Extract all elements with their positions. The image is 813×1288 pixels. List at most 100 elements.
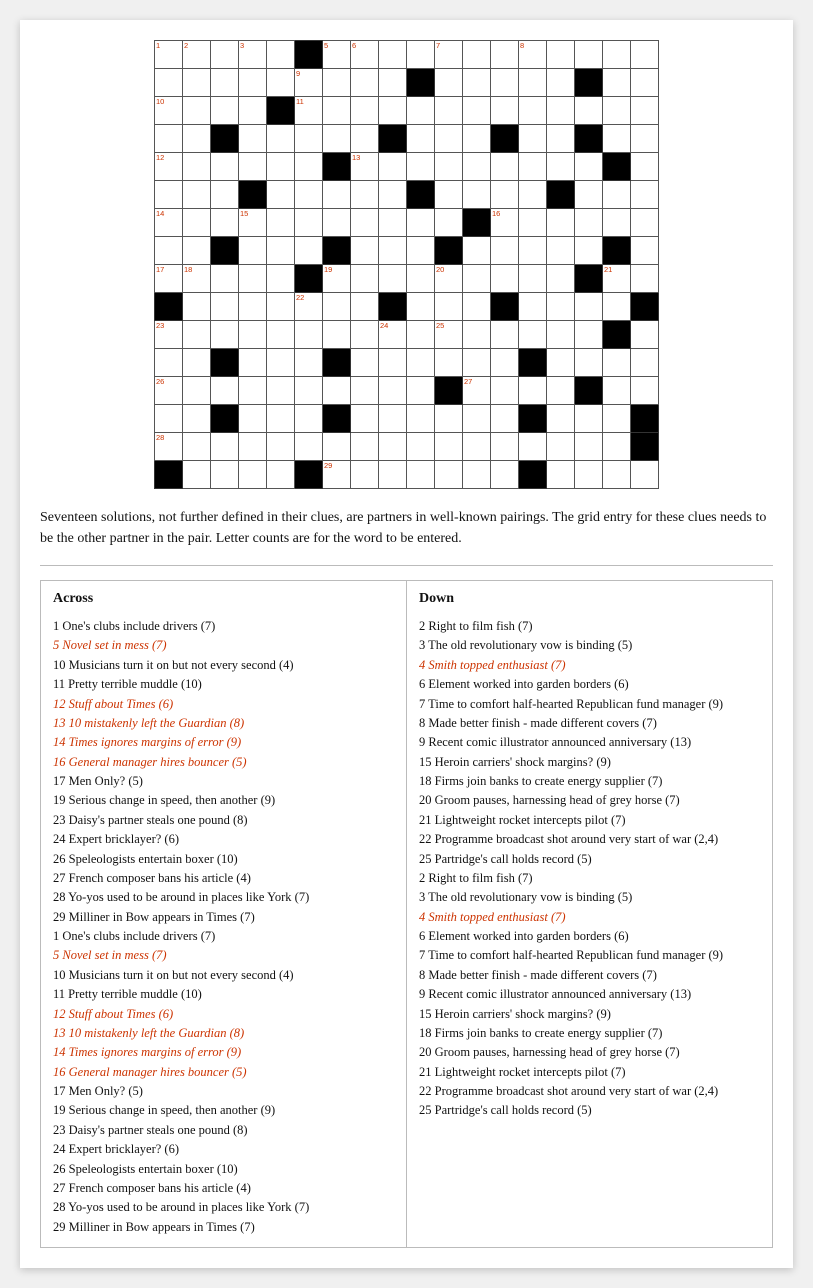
grid-cell[interactable] <box>575 349 603 377</box>
grid-cell[interactable] <box>491 97 519 125</box>
grid-cell[interactable] <box>267 69 295 97</box>
grid-cell[interactable] <box>351 405 379 433</box>
grid-cell[interactable] <box>407 461 435 489</box>
grid-cell[interactable] <box>519 69 547 97</box>
grid-cell[interactable] <box>603 209 631 237</box>
grid-cell[interactable] <box>463 293 491 321</box>
grid-cell[interactable] <box>519 461 547 489</box>
grid-cell[interactable] <box>463 237 491 265</box>
grid-cell[interactable] <box>491 69 519 97</box>
grid-cell[interactable] <box>435 209 463 237</box>
grid-cell[interactable] <box>239 405 267 433</box>
grid-cell[interactable] <box>379 69 407 97</box>
grid-cell[interactable] <box>547 97 575 125</box>
grid-cell[interactable] <box>183 293 211 321</box>
grid-cell[interactable] <box>631 181 659 209</box>
grid-cell[interactable] <box>491 349 519 377</box>
grid-cell[interactable] <box>295 349 323 377</box>
grid-cell[interactable] <box>603 321 631 349</box>
grid-cell[interactable] <box>603 461 631 489</box>
grid-cell[interactable] <box>547 461 575 489</box>
grid-cell[interactable] <box>323 237 351 265</box>
grid-cell[interactable] <box>463 69 491 97</box>
grid-cell[interactable] <box>575 209 603 237</box>
grid-cell[interactable] <box>407 69 435 97</box>
grid-cell[interactable] <box>379 405 407 433</box>
grid-cell[interactable] <box>407 125 435 153</box>
grid-cell[interactable] <box>407 265 435 293</box>
grid-cell[interactable] <box>351 237 379 265</box>
grid-cell[interactable] <box>547 293 575 321</box>
grid-cell[interactable] <box>351 293 379 321</box>
grid-cell[interactable] <box>323 181 351 209</box>
grid-cell[interactable] <box>239 181 267 209</box>
grid-cell[interactable] <box>435 461 463 489</box>
grid-cell[interactable]: 28 <box>155 433 183 461</box>
grid-cell[interactable] <box>183 97 211 125</box>
grid-cell[interactable] <box>295 405 323 433</box>
grid-cell[interactable] <box>463 209 491 237</box>
grid-cell[interactable] <box>239 349 267 377</box>
grid-cell[interactable] <box>631 237 659 265</box>
grid-cell[interactable] <box>183 377 211 405</box>
grid-cell[interactable] <box>407 209 435 237</box>
grid-cell[interactable] <box>155 181 183 209</box>
grid-cell[interactable] <box>519 125 547 153</box>
grid-cell[interactable] <box>379 265 407 293</box>
grid-cell[interactable] <box>631 321 659 349</box>
grid-cell[interactable] <box>631 209 659 237</box>
grid-cell[interactable] <box>435 181 463 209</box>
grid-cell[interactable] <box>239 321 267 349</box>
grid-cell[interactable] <box>267 125 295 153</box>
grid-cell[interactable] <box>295 41 323 69</box>
grid-cell[interactable]: 20 <box>435 265 463 293</box>
grid-cell[interactable] <box>239 125 267 153</box>
grid-cell[interactable] <box>155 125 183 153</box>
grid-cell[interactable] <box>323 293 351 321</box>
grid-cell[interactable] <box>211 293 239 321</box>
grid-cell[interactable]: 24 <box>379 321 407 349</box>
grid-cell[interactable] <box>239 237 267 265</box>
grid-cell[interactable] <box>351 209 379 237</box>
grid-cell[interactable] <box>463 125 491 153</box>
grid-cell[interactable] <box>155 461 183 489</box>
grid-cell[interactable] <box>575 377 603 405</box>
grid-cell[interactable]: 11 <box>295 97 323 125</box>
grid-cell[interactable]: 8 <box>519 41 547 69</box>
grid-cell[interactable] <box>603 405 631 433</box>
grid-cell[interactable] <box>463 461 491 489</box>
grid-cell[interactable]: 5 <box>323 41 351 69</box>
grid-cell[interactable] <box>575 97 603 125</box>
grid-cell[interactable] <box>631 41 659 69</box>
grid-cell[interactable] <box>603 153 631 181</box>
grid-cell[interactable] <box>631 349 659 377</box>
grid-cell[interactable] <box>239 97 267 125</box>
grid-cell[interactable] <box>435 237 463 265</box>
grid-cell[interactable] <box>547 209 575 237</box>
grid-cell[interactable] <box>239 265 267 293</box>
grid-cell[interactable]: 15 <box>239 209 267 237</box>
grid-cell[interactable] <box>267 377 295 405</box>
grid-cell[interactable] <box>547 41 575 69</box>
grid-cell[interactable] <box>463 181 491 209</box>
grid-cell[interactable] <box>547 69 575 97</box>
grid-cell[interactable] <box>155 405 183 433</box>
grid-cell[interactable] <box>211 321 239 349</box>
grid-cell[interactable]: 21 <box>603 265 631 293</box>
grid-cell[interactable] <box>519 153 547 181</box>
grid-cell[interactable] <box>379 237 407 265</box>
grid-cell[interactable] <box>323 69 351 97</box>
grid-cell[interactable] <box>267 293 295 321</box>
grid-cell[interactable] <box>463 433 491 461</box>
grid-cell[interactable] <box>379 461 407 489</box>
grid-cell[interactable] <box>323 209 351 237</box>
grid-cell[interactable] <box>575 125 603 153</box>
grid-cell[interactable] <box>295 153 323 181</box>
grid-cell[interactable] <box>267 405 295 433</box>
grid-cell[interactable] <box>267 433 295 461</box>
grid-cell[interactable]: 27 <box>463 377 491 405</box>
grid-cell[interactable] <box>547 153 575 181</box>
grid-cell[interactable] <box>407 321 435 349</box>
grid-cell[interactable] <box>351 321 379 349</box>
grid-cell[interactable] <box>547 237 575 265</box>
